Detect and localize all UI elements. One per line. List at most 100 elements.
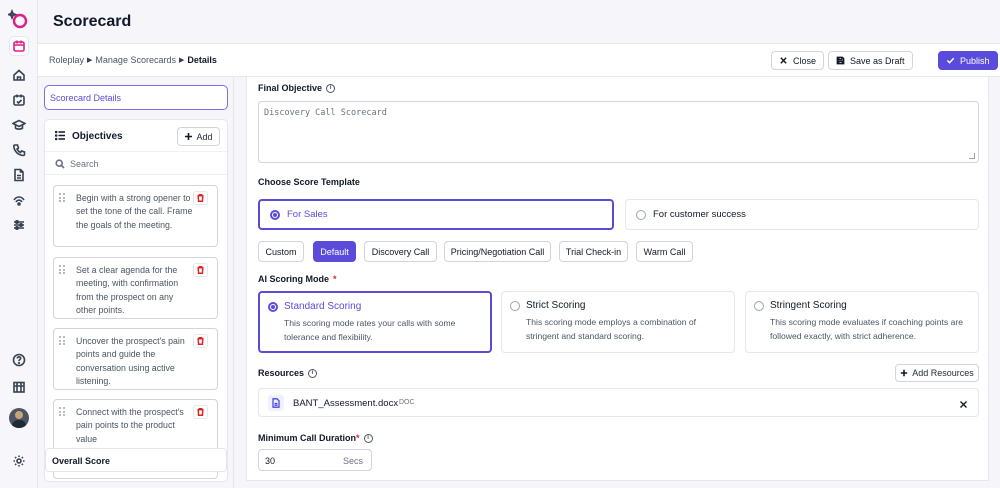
resource-item[interactable]: BANT_Assessment.docx DOC bbox=[258, 388, 979, 417]
final-objective-label: Final Objective i bbox=[258, 83, 336, 93]
final-objective-label-text: Final Objective bbox=[258, 83, 323, 93]
objective-text: Uncover the prospect's pain points and g… bbox=[76, 336, 185, 386]
calendar-icon[interactable] bbox=[9, 36, 29, 56]
objective-text: Connect with the prospect's pain points … bbox=[76, 407, 184, 444]
save-as-draft-button[interactable]: Save as Draft bbox=[828, 51, 913, 70]
resources-label-text: Resources bbox=[258, 368, 305, 378]
trash-icon bbox=[197, 266, 204, 274]
publish-button[interactable]: Publish bbox=[938, 51, 998, 70]
resize-handle-icon[interactable] bbox=[969, 153, 975, 159]
home-icon[interactable] bbox=[9, 65, 29, 85]
min-call-duration-value: 30 bbox=[265, 456, 276, 466]
add-resources-button[interactable]: Add Resources bbox=[895, 364, 979, 382]
objective-item[interactable]: Set a clear agenda for the meeting, with… bbox=[53, 257, 218, 319]
chip-pricing-negotiation-call[interactable]: Pricing/Negotiation Call bbox=[444, 241, 551, 262]
radio-selected-icon bbox=[268, 302, 278, 312]
save-icon bbox=[836, 56, 845, 65]
scorecard-details-tab[interactable]: Scorecard Details bbox=[44, 85, 228, 110]
final-objective-placeholder: Discovery Call Scorecard bbox=[264, 108, 387, 118]
add-objective-button[interactable]: Add bbox=[177, 127, 220, 146]
help-icon[interactable] bbox=[9, 350, 29, 370]
template-for-sales[interactable]: For Sales bbox=[258, 199, 614, 230]
resource-type-badge: DOC bbox=[399, 399, 415, 406]
min-call-duration-input[interactable]: 30 Secs bbox=[258, 449, 372, 471]
breadcrumb-roleplay[interactable]: Roleplay bbox=[49, 55, 84, 65]
final-objective-input[interactable]: Discovery Call Scorecard bbox=[258, 101, 979, 163]
tasks-icon[interactable] bbox=[9, 90, 29, 110]
mode-standard-scoring[interactable]: Standard Scoring This scoring mode rates… bbox=[258, 291, 492, 353]
check-icon bbox=[946, 57, 955, 64]
add-resources-label: Add Resources bbox=[912, 368, 974, 378]
mode-title: Stringent Scoring bbox=[770, 300, 847, 311]
objectives-header: Objectives Add bbox=[45, 120, 227, 151]
chip-trial-check-in[interactable]: Trial Check-in bbox=[559, 241, 628, 262]
breadcrumb-separator-icon: ▶ bbox=[87, 57, 93, 64]
signal-icon[interactable] bbox=[9, 190, 29, 210]
publish-label: Publish bbox=[960, 55, 990, 66]
phone-icon[interactable] bbox=[9, 140, 29, 160]
template-for-customer-success[interactable]: For customer success bbox=[625, 199, 979, 230]
resources-label: Resources i bbox=[258, 368, 318, 378]
breadcrumb-manage-scorecards[interactable]: Manage Scorecards bbox=[95, 55, 176, 65]
document-icon[interactable] bbox=[9, 165, 29, 185]
drag-handle-icon[interactable] bbox=[59, 265, 65, 274]
breadcrumb-bar: Roleplay ▶ Manage Scorecards ▶ Details C… bbox=[38, 44, 1000, 77]
overall-score-tab[interactable]: Overall Score bbox=[45, 448, 227, 472]
resource-filename: BANT_Assessment.docx bbox=[293, 398, 399, 409]
trash-icon bbox=[197, 194, 204, 202]
delete-objective-button[interactable] bbox=[193, 405, 208, 419]
logo-icon[interactable] bbox=[8, 8, 30, 30]
search-input[interactable] bbox=[70, 156, 220, 172]
trash-icon bbox=[197, 337, 204, 345]
required-asterisk: * bbox=[333, 274, 337, 284]
info-icon[interactable]: i bbox=[308, 368, 318, 378]
objectives-title: Objectives bbox=[72, 131, 123, 142]
close-button-label: Close bbox=[793, 55, 817, 66]
drag-handle-icon[interactable] bbox=[59, 407, 65, 416]
chip-custom[interactable]: Custom bbox=[258, 241, 304, 262]
mode-title: Strict Scoring bbox=[526, 300, 586, 311]
avatar[interactable] bbox=[9, 408, 29, 428]
objective-text: Begin with a strong opener to set the to… bbox=[76, 193, 193, 230]
scorecard-form: Final Objective i Discovery Call Scoreca… bbox=[246, 77, 989, 481]
plus-icon bbox=[901, 369, 908, 377]
drag-handle-icon[interactable] bbox=[59, 193, 65, 202]
objective-item[interactable]: Begin with a strong opener to set the to… bbox=[53, 185, 218, 247]
chip-warm-call[interactable]: Warm Call bbox=[636, 241, 693, 262]
template-for-sales-label: For Sales bbox=[287, 209, 328, 220]
radio-selected-icon bbox=[270, 209, 280, 220]
radio-unselected-icon bbox=[510, 301, 520, 311]
close-button[interactable]: Close bbox=[771, 51, 825, 70]
drag-handle-icon[interactable] bbox=[59, 336, 65, 345]
remove-resource-icon[interactable] bbox=[959, 398, 969, 408]
page-title: Scorecard bbox=[53, 13, 132, 30]
chip-default[interactable]: Default bbox=[313, 241, 356, 262]
list-icon bbox=[54, 130, 66, 144]
search-icon bbox=[55, 159, 65, 169]
document-icon bbox=[268, 395, 284, 411]
delete-objective-button[interactable] bbox=[193, 191, 208, 205]
settings-icon[interactable] bbox=[9, 451, 29, 471]
library-icon[interactable] bbox=[9, 377, 29, 397]
mode-strict-scoring[interactable]: Strict Scoring This scoring mode employs… bbox=[501, 291, 735, 353]
objective-item[interactable]: Uncover the prospect's pain points and g… bbox=[53, 328, 218, 390]
delete-objective-button[interactable] bbox=[193, 334, 208, 348]
mode-stringent-scoring[interactable]: Stringent Scoring This scoring mode eval… bbox=[745, 291, 979, 353]
delete-objective-button[interactable] bbox=[193, 263, 208, 277]
objective-text: Set a clear agenda for the meeting, with… bbox=[76, 265, 179, 315]
chip-discovery-call[interactable]: Discovery Call bbox=[364, 241, 437, 262]
graduation-cap-icon[interactable] bbox=[9, 115, 29, 135]
info-icon[interactable]: i bbox=[326, 83, 336, 93]
min-call-duration-label-text: Minimum Call Duration bbox=[258, 433, 357, 443]
left-rail bbox=[0, 0, 38, 488]
mode-title: Standard Scoring bbox=[284, 301, 362, 312]
close-icon bbox=[780, 57, 787, 64]
mode-description: This scoring mode rates your calls with … bbox=[284, 318, 456, 342]
add-objective-label: Add bbox=[196, 131, 213, 142]
template-for-customer-success-label: For customer success bbox=[653, 209, 746, 220]
save-as-draft-label: Save as Draft bbox=[850, 55, 905, 66]
breadcrumb-separator-icon: ▶ bbox=[178, 57, 185, 64]
info-icon[interactable]: i bbox=[363, 433, 373, 443]
sliders-icon[interactable] bbox=[9, 215, 29, 235]
min-call-duration-unit: Secs bbox=[343, 456, 364, 466]
